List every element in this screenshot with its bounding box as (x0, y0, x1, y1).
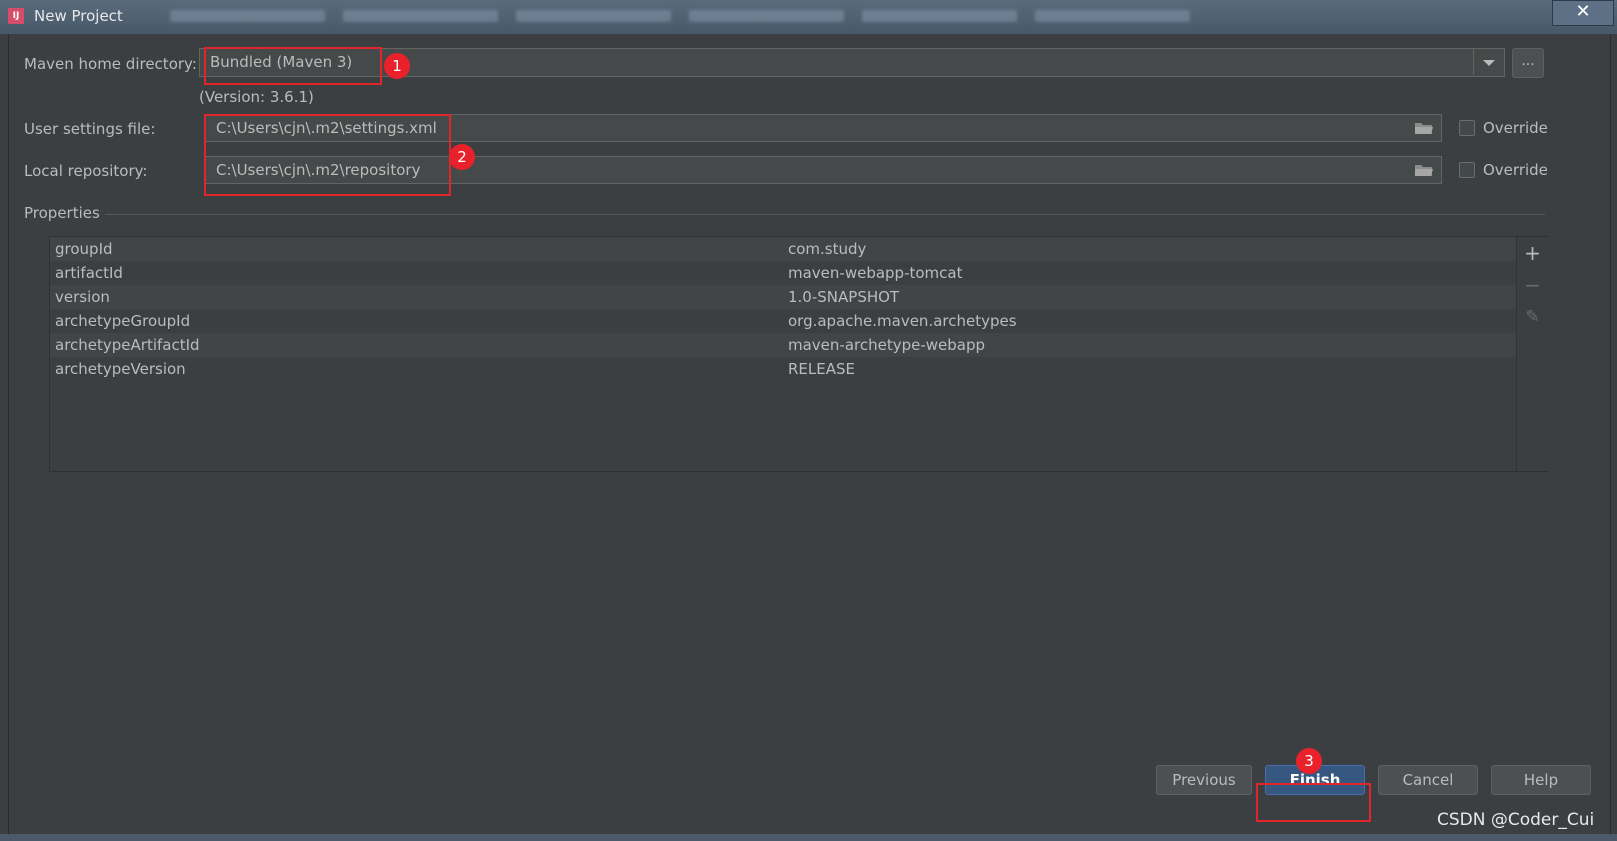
add-icon[interactable]: + (1517, 241, 1548, 265)
property-value: maven-archetype-webapp (788, 336, 986, 354)
local-repository-label: Local repository: (24, 162, 148, 180)
property-value: RELEASE (788, 360, 855, 378)
properties-title: Properties (24, 204, 100, 222)
table-row[interactable]: archetypeVersion RELEASE (50, 357, 1516, 381)
folder-icon[interactable] (1415, 122, 1433, 135)
property-key: archetypeVersion (55, 360, 186, 378)
property-value: org.apache.maven.archetypes (788, 312, 1017, 330)
background-editor-tabs (170, 10, 1190, 26)
override-settings-label: Override (1483, 119, 1548, 137)
properties-divider (105, 214, 1545, 215)
override-repository-checkbox[interactable] (1459, 162, 1475, 178)
table-row[interactable]: archetypeArtifactId maven-archetype-weba… (50, 333, 1516, 357)
property-key: version (55, 288, 110, 306)
maven-version-label: (Version: 3.6.1) (199, 88, 314, 106)
user-settings-label: User settings file: (24, 120, 156, 138)
table-row[interactable]: artifactId maven-webapp-tomcat (50, 261, 1516, 285)
chevron-down-icon[interactable] (1473, 49, 1504, 75)
property-value: 1.0-SNAPSHOT (788, 288, 900, 306)
property-key: groupId (55, 240, 113, 258)
cancel-button[interactable]: Cancel (1378, 765, 1478, 795)
remove-icon[interactable]: − (1517, 273, 1548, 297)
properties-toolbar: + − ✎ (1516, 237, 1548, 471)
annotation-badge: 1 (384, 53, 410, 79)
help-button[interactable]: Help (1491, 765, 1591, 795)
intellij-logo-icon: IJ (8, 8, 24, 24)
edit-icon[interactable]: ✎ (1517, 305, 1548, 329)
maven-home-label: Maven home directory: (24, 55, 197, 73)
annotation-box-settings (204, 114, 451, 196)
property-key: archetypeArtifactId (55, 336, 200, 354)
watermark: CSDN @Coder_Cui (1437, 810, 1595, 830)
property-key: artifactId (55, 264, 123, 282)
annotation-box-maven-home (204, 47, 382, 85)
annotation-badge: 2 (449, 144, 475, 170)
annotation-box-finish (1256, 783, 1371, 822)
property-value: com.study (788, 240, 867, 258)
close-button[interactable]: ✕ (1552, 0, 1614, 26)
annotation-badge: 3 (1296, 748, 1322, 774)
window-bottom-border (0, 834, 1617, 841)
property-key: archetypeGroupId (55, 312, 191, 330)
window-title: New Project (34, 7, 123, 25)
property-value: maven-webapp-tomcat (788, 264, 963, 282)
table-row[interactable]: groupId com.study (50, 237, 1516, 261)
table-row[interactable]: version 1.0-SNAPSHOT (50, 285, 1516, 309)
table-row[interactable]: archetypeGroupId org.apache.maven.archet… (50, 309, 1516, 333)
folder-icon[interactable] (1415, 164, 1433, 177)
browse-maven-home-button[interactable]: ... (1512, 48, 1544, 78)
title-bar: IJ New Project ✕ (0, 0, 1617, 34)
properties-table[interactable]: groupId com.study artifactId maven-webap… (49, 236, 1548, 472)
previous-button[interactable]: Previous (1156, 765, 1252, 795)
override-repository-label: Override (1483, 161, 1548, 179)
override-settings-checkbox[interactable] (1459, 120, 1475, 136)
